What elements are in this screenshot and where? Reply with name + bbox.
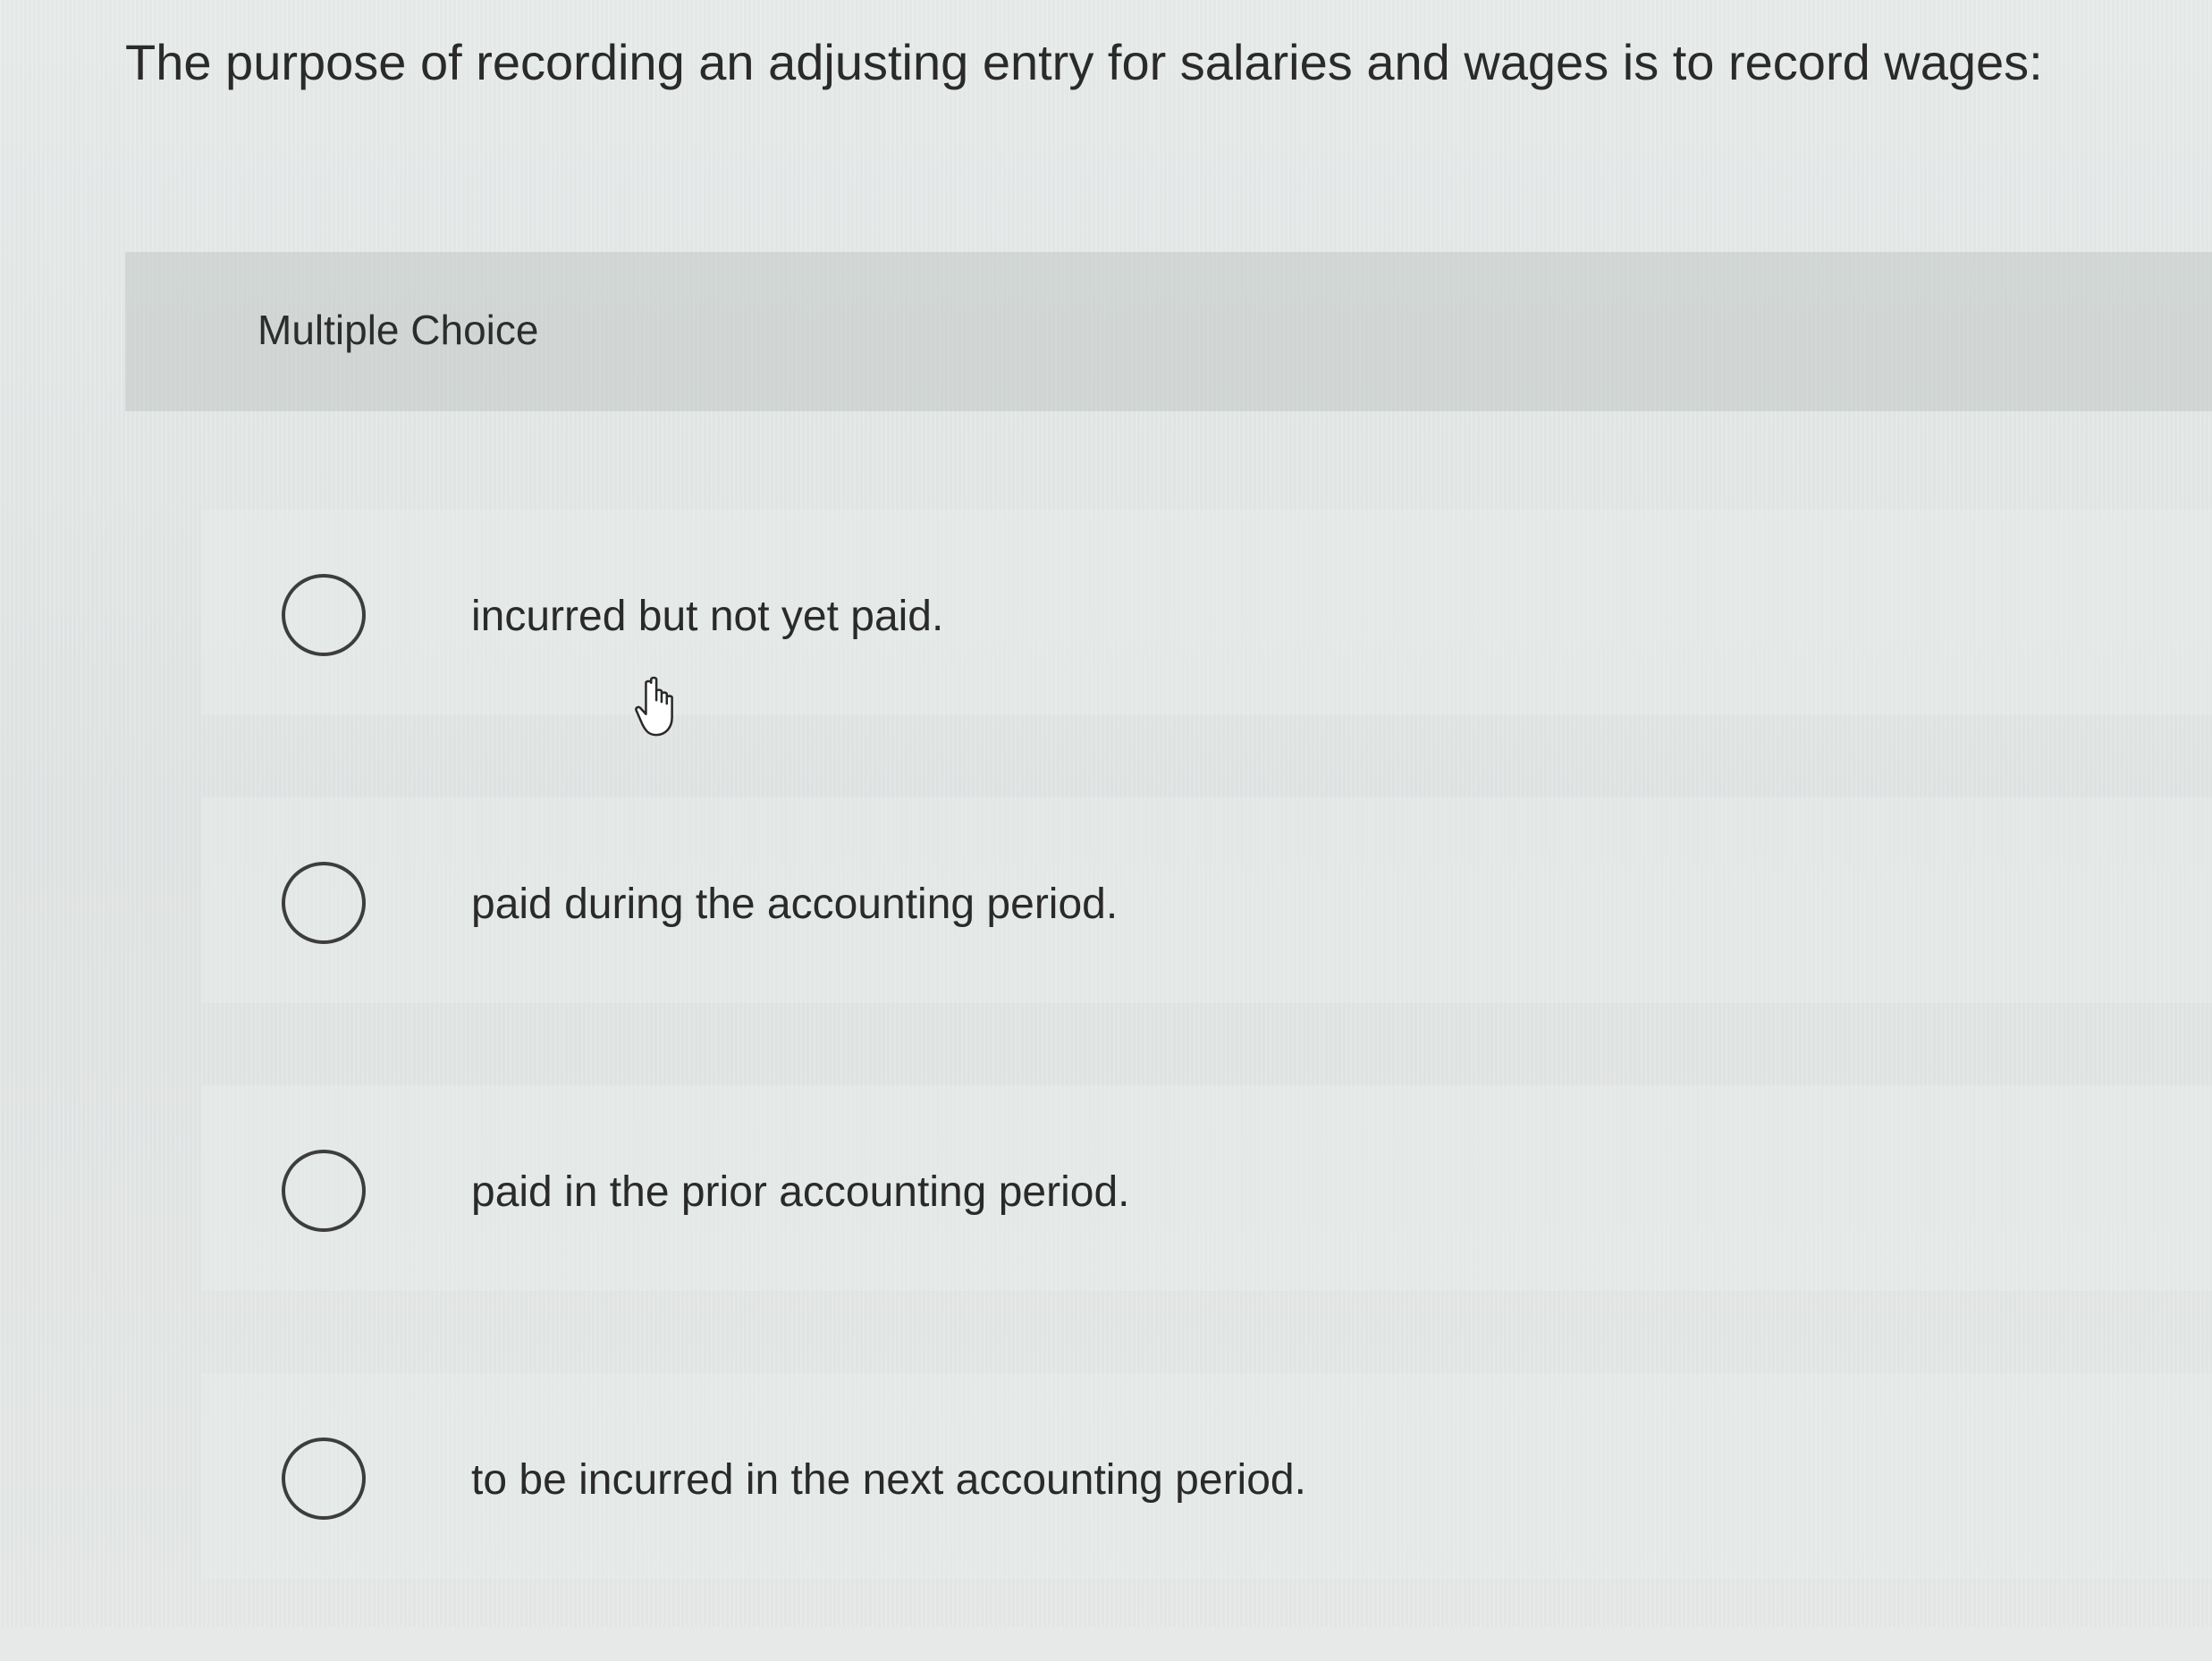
radio-button-icon[interactable] [282, 1438, 366, 1520]
answer-option-4[interactable]: to be incurred in the next accounting pe… [201, 1373, 2212, 1579]
multiple-choice-label: Multiple Choice [258, 307, 539, 353]
radio-button-icon[interactable] [282, 574, 366, 656]
answer-option-2[interactable]: paid during the accounting period. [201, 797, 2212, 1003]
radio-button-icon[interactable] [282, 862, 366, 944]
answer-option-3[interactable]: paid in the prior accounting period. [201, 1085, 2212, 1291]
answer-options: incurred but not yet paid. paid during t… [201, 510, 2212, 1661]
hand-pointer-icon [635, 676, 673, 737]
quiz-page: The purpose of recording an adjusting en… [0, 0, 2212, 1627]
radio-button-icon[interactable] [282, 1150, 366, 1232]
answer-option-label: incurred but not yet paid. [471, 593, 944, 640]
answer-option-label: paid during the accounting period. [471, 881, 1119, 928]
answer-option-label: paid in the prior accounting period. [471, 1168, 1130, 1216]
multiple-choice-header: Multiple Choice [125, 252, 2212, 411]
answer-option-label: to be incurred in the next accounting pe… [471, 1456, 1306, 1504]
question-text: The purpose of recording an adjusting en… [125, 34, 2043, 90]
answer-option-1[interactable]: incurred but not yet paid. [201, 510, 2212, 715]
